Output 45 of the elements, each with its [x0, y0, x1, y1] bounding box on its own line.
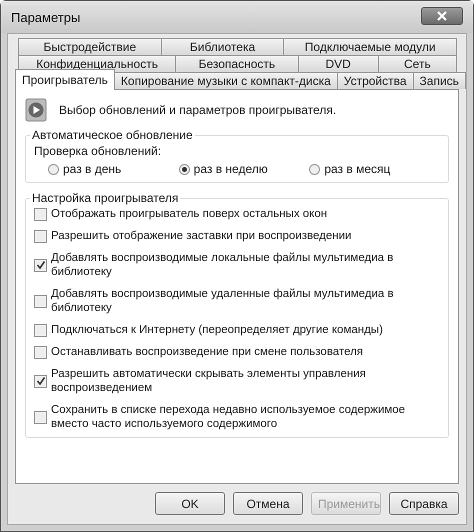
tab[interactable]: Копирование музыки с компакт-диска [114, 72, 338, 89]
checkbox-option[interactable]: Добавлять воспроизводимые локальные файлы мультимедиа в библиотеку [34, 251, 440, 279]
dialog-button[interactable]: Отмена [233, 492, 303, 515]
radio-option[interactable]: раз в месяц [309, 162, 440, 176]
checkbox-option[interactable]: Добавлять воспроизводимые удаленные файлы мультимедиа в библиотеку [34, 287, 440, 315]
checkbox[interactable] [34, 294, 47, 308]
tab[interactable]: Безопасность [175, 55, 298, 72]
checkbox[interactable] [34, 258, 47, 272]
radio-option[interactable]: раз в неделю [178, 162, 310, 176]
checkbox-option[interactable]: Сохранить в списке перехода недавно используемое содержимое вместо часто используемого содержимого [34, 403, 440, 431]
tab[interactable]: Устройства [336, 72, 414, 89]
tab[interactable]: Проигрыватель [15, 69, 115, 90]
checkbox[interactable] [34, 410, 47, 424]
checkbox[interactable] [34, 208, 47, 220]
tab[interactable]: DVD [298, 55, 379, 72]
tab[interactable]: Библиотека [160, 38, 284, 55]
checkbox-option[interactable]: Разрешить отображение заставки при воспроизведении [34, 229, 440, 243]
checkbox[interactable] [34, 324, 47, 336]
radio-button[interactable] [178, 164, 190, 174]
group-title: Автоматическое обновление [31, 128, 194, 142]
tab[interactable]: Сеть [378, 55, 457, 72]
checkbox-option[interactable]: Разрешить автоматически скрывать элементы управления воспроизведением [34, 367, 440, 395]
radio-option[interactable]: раз в день [48, 162, 179, 176]
check-icon [36, 376, 46, 386]
checkbox-option[interactable]: Останавливать воспроизведение при смене пользователя [34, 345, 440, 359]
play-icon [25, 98, 47, 122]
radio-button[interactable] [48, 164, 59, 174]
header-text: Выбор обновлений и параметров проигрывателя. [59, 103, 336, 117]
window-title: Параметры [11, 10, 80, 24]
dialog-button[interactable]: OK [155, 492, 225, 515]
checkbox[interactable] [34, 346, 47, 358]
check-icon [36, 260, 46, 270]
close-button[interactable] [421, 7, 463, 25]
checkbox-option[interactable]: Отображать проигрыватель поверх остальных окон [34, 207, 440, 221]
checkbox-option[interactable]: Подключаться к Интернету (переопределяет другие команды) [34, 323, 440, 337]
checkbox[interactable] [34, 230, 47, 242]
radio-button[interactable] [309, 164, 320, 174]
field-label: Проверка обновлений: [34, 144, 162, 158]
dialog-button[interactable]: Справка [389, 492, 459, 515]
checkbox[interactable] [34, 374, 47, 388]
tab[interactable]: Запись [412, 72, 466, 89]
close-icon [436, 11, 448, 21]
group-title: Настройка проигрывателя [31, 191, 180, 205]
tab[interactable]: Быстродействие [18, 38, 162, 55]
tab[interactable]: Подключаемые модули [283, 38, 458, 55]
